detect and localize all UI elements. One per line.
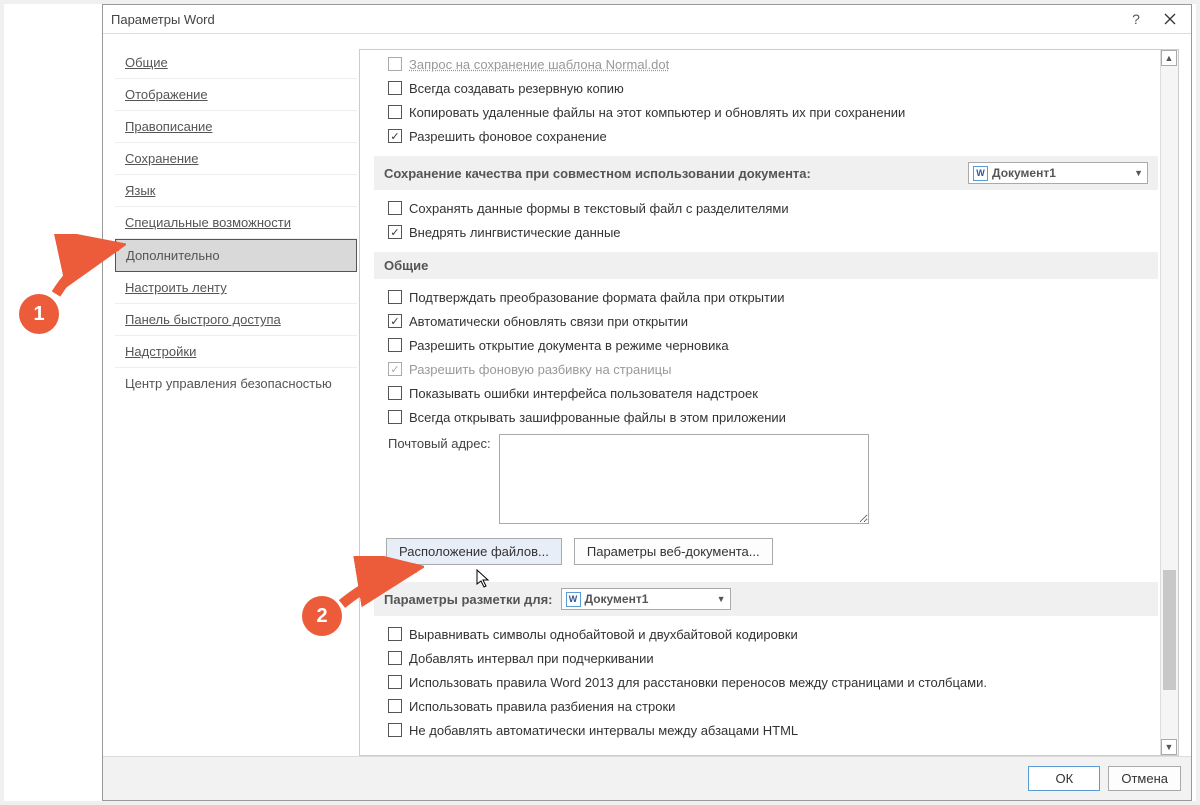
titlebar: Параметры Word ? — [103, 5, 1191, 34]
close-button[interactable] — [1153, 5, 1187, 33]
option-label: Всегда открывать зашифрованные файлы в э… — [409, 410, 786, 425]
checkbox-bg-pagination: ✓ — [388, 362, 402, 376]
scroll-down-arrow[interactable]: ▼ — [1161, 739, 1177, 755]
mail-address-label: Почтовый адрес: — [388, 436, 491, 451]
checkbox-form-data[interactable] — [388, 201, 402, 215]
checkbox-item[interactable] — [388, 57, 402, 71]
option-label: Сохранять данные формы в текстовый файл … — [409, 201, 789, 216]
dialog-footer: ОК Отмена — [103, 756, 1191, 800]
sidebar-item-customize-ribbon[interactable]: Настроить ленту — [115, 272, 357, 304]
section-general: Общие — [374, 252, 1158, 279]
option-label: Разрешить фоновое сохранение — [409, 129, 607, 144]
annotation-arrow-2 — [334, 556, 424, 611]
checkbox-word2013-hyphen[interactable] — [388, 675, 402, 689]
scrollbar-thumb[interactable] — [1163, 570, 1176, 690]
sidebar-item-advanced[interactable]: Дополнительно — [115, 239, 357, 272]
ok-button[interactable]: ОК — [1028, 766, 1100, 791]
option-label: Показывать ошибки интерфейса пользовател… — [409, 386, 758, 401]
checkbox-align-dbcs[interactable] — [388, 627, 402, 641]
option-label: Автоматически обновлять связи при открыт… — [409, 314, 688, 329]
cancel-button[interactable]: Отмена — [1108, 766, 1181, 791]
option-label: Добавлять интервал при подчеркивании — [409, 651, 654, 666]
mouse-cursor-icon — [476, 569, 492, 594]
word-file-icon: W — [566, 592, 581, 607]
chevron-down-icon: ▼ — [711, 594, 726, 604]
sidebar-item-addins[interactable]: Надстройки — [115, 336, 357, 368]
sidebar: Общие Отображение Правописание Сохранени… — [103, 35, 353, 756]
option-label: Разрешить открытие документа в режиме че… — [409, 338, 729, 353]
option-label: Подтверждать преобразование формата файл… — [409, 290, 785, 305]
help-button[interactable]: ? — [1119, 5, 1153, 33]
annotation-badge-2: 2 — [302, 596, 342, 636]
option-label: Использовать правила разбиения на строки — [409, 699, 675, 714]
checkbox-html-spacing[interactable] — [388, 723, 402, 737]
vertical-scrollbar[interactable]: ▲ ▼ — [1160, 50, 1178, 755]
annotation-badge-1: 1 — [19, 294, 59, 334]
section-sharing-quality: Сохранение качества при совместном испол… — [374, 156, 1158, 190]
scroll-up-arrow[interactable]: ▲ — [1161, 50, 1177, 66]
checkbox-line-break-rules[interactable] — [388, 699, 402, 713]
option-label: Копировать удаленные файлы на этот компь… — [409, 105, 905, 120]
option-label: Использовать правила Word 2013 для расст… — [409, 675, 987, 690]
option-label: Всегда создавать резервную копию — [409, 81, 624, 96]
dropdown-document-a[interactable]: W Документ1 ▼ — [968, 162, 1148, 184]
checkbox-confirm-convert[interactable] — [388, 290, 402, 304]
web-options-button[interactable]: Параметры веб-документа... — [574, 538, 773, 565]
option-partial: Запрос на сохранение шаблона Normal.dot — [409, 57, 669, 72]
option-label: Не добавлять автоматически интервалы меж… — [409, 723, 798, 738]
sidebar-item-accessibility[interactable]: Специальные возможности — [115, 207, 357, 239]
checkbox-bg-save[interactable]: ✓ — [388, 129, 402, 143]
option-label: Разрешить фоновую разбивку на страницы — [409, 362, 671, 377]
checkbox-auto-links[interactable]: ✓ — [388, 314, 402, 328]
sidebar-item-language[interactable]: Язык — [115, 175, 357, 207]
checkbox-linguistic[interactable]: ✓ — [388, 225, 402, 239]
annotation-arrow-1 — [46, 234, 126, 304]
mail-address-textarea[interactable] — [499, 434, 869, 524]
chevron-down-icon: ▼ — [1128, 168, 1143, 178]
checkbox-copy-remote[interactable] — [388, 105, 402, 119]
sidebar-item-proofing[interactable]: Правописание — [115, 111, 357, 143]
main-panel: Запрос на сохранение шаблона Normal.dot … — [359, 49, 1179, 756]
checkbox-backup[interactable] — [388, 81, 402, 95]
option-label: Выравнивать символы однобайтовой и двухб… — [409, 627, 798, 642]
option-label: Внедрять лингвистические данные — [409, 225, 621, 240]
sidebar-item-trust-center[interactable]: Центр управления безопасностью — [115, 368, 357, 399]
checkbox-encrypted[interactable] — [388, 410, 402, 424]
checkbox-underline-space[interactable] — [388, 651, 402, 665]
sidebar-item-qat[interactable]: Панель быстрого доступа — [115, 304, 357, 336]
checkbox-draft-mode[interactable] — [388, 338, 402, 352]
options-dialog: Параметры Word ? Общие Отображение Право… — [102, 4, 1192, 801]
sidebar-item-display[interactable]: Отображение — [115, 79, 357, 111]
sidebar-item-general[interactable]: Общие — [115, 47, 357, 79]
sidebar-item-save[interactable]: Сохранение — [115, 143, 357, 175]
dropdown-document-c[interactable]: W Документ1 ▼ — [561, 588, 731, 610]
checkbox-ui-errors[interactable] — [388, 386, 402, 400]
dialog-title: Параметры Word — [111, 12, 1119, 27]
word-file-icon: W — [973, 166, 988, 181]
